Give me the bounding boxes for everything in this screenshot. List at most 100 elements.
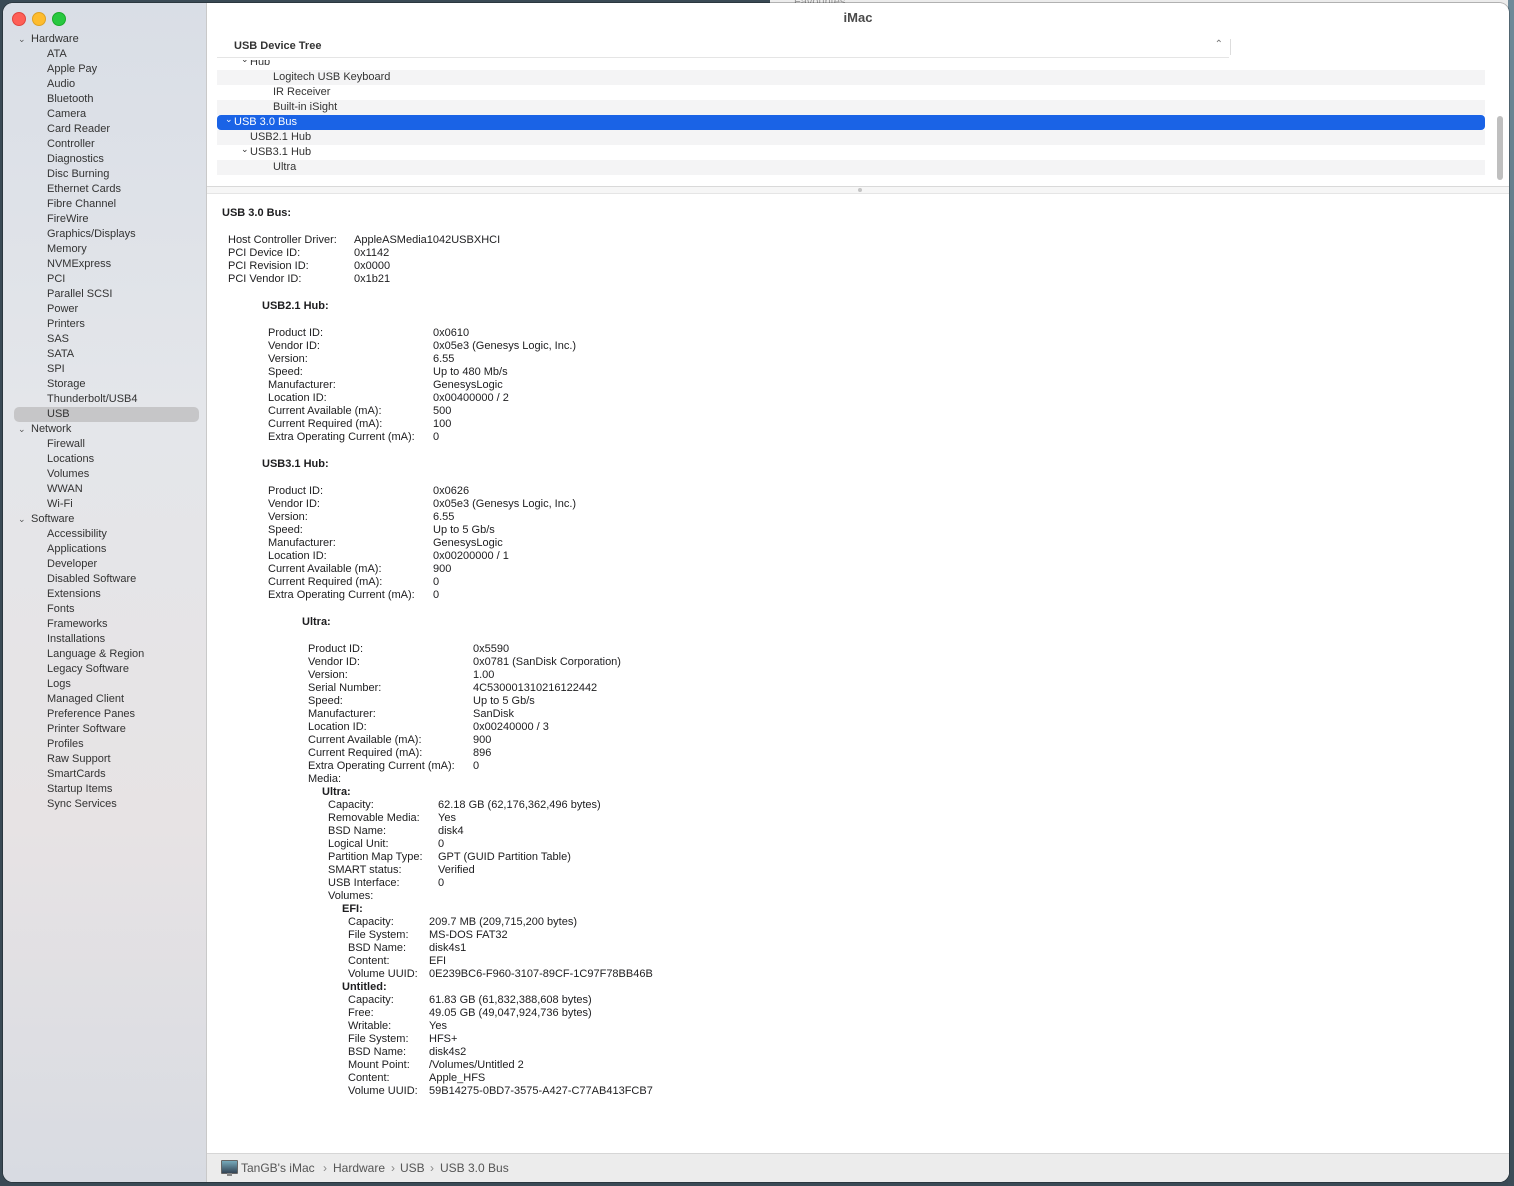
sidebar-item-firewall[interactable]: Firewall [3, 437, 206, 452]
tree-scrollbar-thumb[interactable] [1497, 116, 1503, 180]
sidebar-item-locations[interactable]: Locations [3, 452, 206, 467]
sidebar-item-printers[interactable]: Printers [3, 317, 206, 332]
property-value: EFI [429, 955, 447, 967]
sidebar-item-developer[interactable]: Developer [3, 557, 206, 572]
property-key: Current Available (mA): [268, 563, 382, 575]
sidebar-item-apple-pay[interactable]: Apple Pay [3, 62, 206, 77]
sidebar-item-volumes[interactable]: Volumes [3, 467, 206, 482]
sidebar-item-graphics-displays[interactable]: Graphics/Displays [3, 227, 206, 242]
tree-scrollbar[interactable] [1494, 61, 1505, 185]
minimize-button[interactable] [32, 12, 46, 26]
status-bar: TanGB's iMac › Hardware › USB › USB 3.0 … [207, 1153, 1509, 1182]
chevron-down-icon[interactable]: ⌄ [18, 512, 26, 527]
sidebar-item-parallel-scsi[interactable]: Parallel SCSI [3, 287, 206, 302]
sidebar-item-wi-fi[interactable]: Wi-Fi [3, 497, 206, 512]
sidebar-item-sas[interactable]: SAS [3, 332, 206, 347]
property-value: 1.00 [473, 669, 495, 681]
property-value: 0x1142 [354, 247, 390, 259]
breadcrumb-hardware[interactable]: Hardware [333, 1160, 385, 1176]
sidebar-item-legacy-software[interactable]: Legacy Software [3, 662, 206, 677]
sidebar-item-disabled-software[interactable]: Disabled Software [3, 572, 206, 587]
sidebar-item-startup-items[interactable]: Startup Items [3, 782, 206, 797]
breadcrumb-usb[interactable]: USB [400, 1160, 425, 1176]
property-key: SMART status: [328, 864, 402, 876]
sidebar-item-ata[interactable]: ATA [3, 47, 206, 62]
sidebar-item-storage[interactable]: Storage [3, 377, 206, 392]
tree-row[interactable]: ⌄ USB 3.0 Bus [217, 112, 1485, 130]
sidebar-group-network[interactable]: ⌄ Network [3, 422, 206, 437]
sidebar-group-hardware[interactable]: ⌄ Hardware [3, 32, 206, 47]
breadcrumb-computer[interactable]: TanGB's iMac [241, 1160, 315, 1176]
property-key: Product ID: [308, 643, 364, 655]
sidebar-item-wwan[interactable]: WWAN [3, 482, 206, 497]
breadcrumb-separator: › [391, 1161, 395, 1175]
property-value: 0x5590 [473, 643, 510, 655]
close-button[interactable] [12, 12, 26, 26]
sidebar-item-applications[interactable]: Applications [3, 542, 206, 557]
tree-row[interactable]: ⌄ USB3.1 Hub [217, 142, 1485, 160]
tree-column-header[interactable]: USB Device Tree ⌃ [217, 37, 1231, 58]
tree-row-label: Hub [250, 60, 271, 68]
tree-row[interactable]: ⌄Hub [217, 60, 1485, 70]
sidebar-item-sata[interactable]: SATA [3, 347, 206, 362]
sidebar-item-nvmexpress[interactable]: NVMExpress [3, 257, 206, 272]
tree-row[interactable]: Logitech USB Keyboard [217, 70, 1485, 85]
property-key: Mount Point: [348, 1059, 410, 1071]
tree-row[interactable]: USB2.1 Hub [217, 130, 1485, 145]
sidebar-item-spi[interactable]: SPI [3, 362, 206, 377]
property-key: Serial Number: [308, 682, 382, 694]
sidebar-item-extensions[interactable]: Extensions [3, 587, 206, 602]
breadcrumb-separator: › [323, 1161, 327, 1175]
sidebar-group-software[interactable]: ⌄ Software [3, 512, 206, 527]
sidebar-item-ethernet-cards[interactable]: Ethernet Cards [3, 182, 206, 197]
chevron-down-icon[interactable]: ⌄ [225, 112, 233, 127]
tree-row[interactable] [217, 175, 1485, 183]
sidebar-item-sync-services[interactable]: Sync Services [3, 797, 206, 812]
sidebar-item-language-region[interactable]: Language & Region [3, 647, 206, 662]
property-key: Manufacturer: [308, 708, 376, 720]
split-handle[interactable] [858, 188, 862, 192]
maximize-button[interactable] [52, 12, 66, 26]
sidebar-item-controller[interactable]: Controller [3, 137, 206, 152]
sidebar-item-firewire[interactable]: FireWire [3, 212, 206, 227]
detail-pane: USB 3.0 Bus: Host Controller Driver: Apple… [207, 193, 1509, 1152]
sidebar-item-power[interactable]: Power [3, 302, 206, 317]
sidebar-item-managed-client[interactable]: Managed Client [3, 692, 206, 707]
sidebar-item-memory[interactable]: Memory [3, 242, 206, 257]
sidebar-item-installations[interactable]: Installations [3, 632, 206, 647]
tree-row[interactable]: Ultra [217, 160, 1485, 175]
sidebar-item-frameworks[interactable]: Frameworks [3, 617, 206, 632]
sidebar-item-disc-burning[interactable]: Disc Burning [3, 167, 206, 182]
property-value: 0x05e3 (Genesys Logic, Inc.) [433, 340, 577, 352]
property-value: 0x05e3 (Genesys Logic, Inc.) [433, 498, 577, 510]
sidebar-item-card-reader[interactable]: Card Reader [3, 122, 206, 137]
sidebar-item-profiles[interactable]: Profiles [3, 737, 206, 752]
sidebar-item-raw-support[interactable]: Raw Support [3, 752, 206, 767]
sidebar-item-diagnostics[interactable]: Diagnostics [3, 152, 206, 167]
sidebar-item-printer-software[interactable]: Printer Software [3, 722, 206, 737]
sidebar-item-camera[interactable]: Camera [3, 107, 206, 122]
breadcrumb-usb-3-0-bus[interactable]: USB 3.0 Bus [440, 1160, 509, 1176]
sidebar-item-audio[interactable]: Audio [3, 77, 206, 92]
chevron-down-icon[interactable]: ⌄ [241, 142, 249, 157]
sidebar-item-usb[interactable]: USB [14, 407, 199, 422]
chevron-down-icon[interactable]: ⌄ [18, 32, 26, 47]
sidebar-item-thunderbolt-usb4[interactable]: Thunderbolt/USB4 [3, 392, 206, 407]
column-divider [1230, 39, 1231, 55]
window-title: iMac [843, 10, 873, 25]
sidebar-item-fibre-channel[interactable]: Fibre Channel [3, 197, 206, 212]
tree-row[interactable]: IR Receiver [217, 85, 1485, 100]
chevron-down-icon[interactable]: ⌄ [18, 422, 26, 437]
property-value: 0x1b21 [354, 273, 391, 285]
sidebar-item-smartcards[interactable]: SmartCards [3, 767, 206, 782]
sidebar-item-fonts[interactable]: Fonts [3, 602, 206, 617]
tree-row[interactable]: Built-in iSight [217, 100, 1485, 115]
chevron-down-icon[interactable]: ⌄ [241, 60, 249, 67]
sidebar-item-logs[interactable]: Logs [3, 677, 206, 692]
property-key: Location ID: [268, 392, 327, 404]
chevron-up-icon[interactable]: ⌃ [1215, 39, 1223, 50]
sidebar-item-accessibility[interactable]: Accessibility [3, 527, 206, 542]
sidebar-item-bluetooth[interactable]: Bluetooth [3, 92, 206, 107]
sidebar-item-preference-panes[interactable]: Preference Panes [3, 707, 206, 722]
sidebar-item-pci[interactable]: PCI [3, 272, 206, 287]
